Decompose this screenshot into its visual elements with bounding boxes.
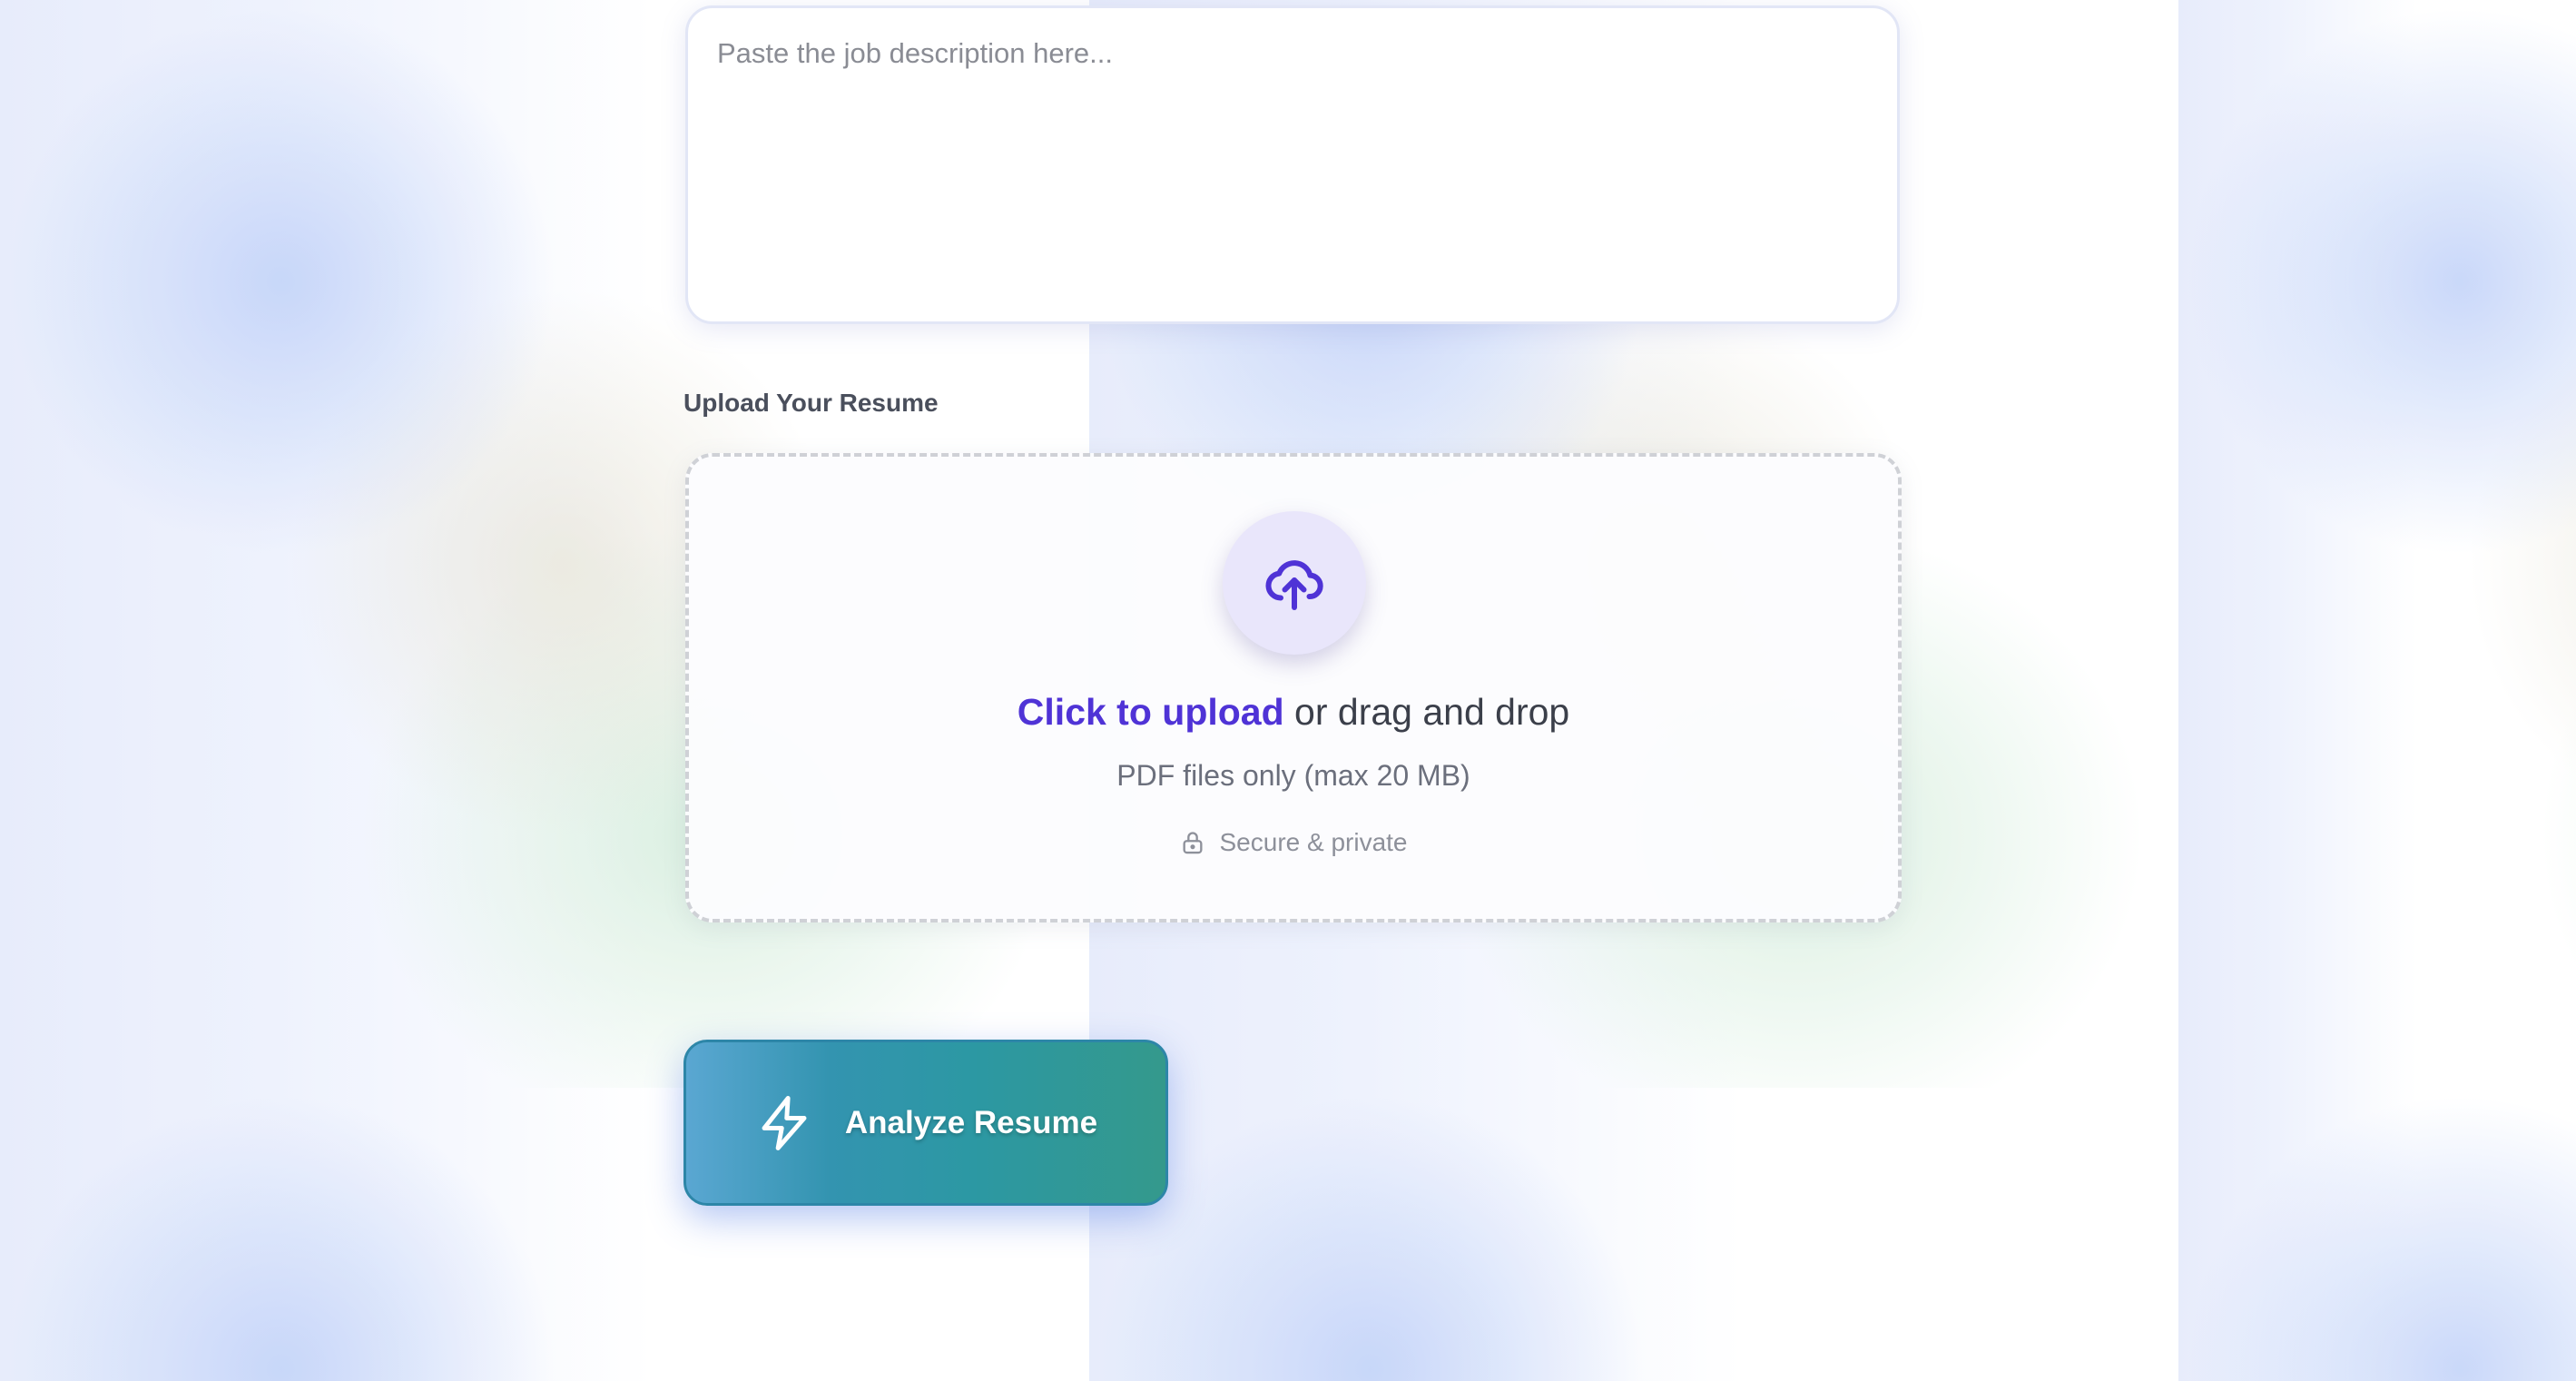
upload-instruction: Click to upload or drag and drop — [689, 691, 1898, 734]
cloud-upload-icon — [1265, 560, 1323, 610]
resume-upload-dropzone[interactable]: Click to upload or drag and drop PDF fil… — [685, 453, 1902, 922]
analyze-resume-label: Analyze Resume — [844, 1104, 1098, 1140]
drag-drop-text: or drag and drop — [1283, 691, 1570, 733]
lightning-bolt-icon — [762, 1095, 807, 1150]
secure-note: Secure & private — [689, 828, 1898, 857]
secure-text: Secure & private — [1219, 828, 1408, 856]
lock-icon — [1183, 832, 1202, 854]
job-description-input[interactable] — [715, 35, 1872, 302]
file-type-hint: PDF files only (max 20 MB) — [1116, 759, 1470, 792]
upload-section-label: Upload Your Resume — [683, 389, 939, 417]
analyze-resume-button[interactable]: Analyze Resume — [683, 1040, 1168, 1206]
job-description-box — [685, 5, 1900, 324]
upload-icon-circle[interactable] — [1223, 511, 1366, 655]
main-content: Upload Your Resume Click to upload or dr… — [0, 0, 2576, 1381]
click-to-upload-link[interactable]: Click to upload — [1018, 691, 1284, 733]
